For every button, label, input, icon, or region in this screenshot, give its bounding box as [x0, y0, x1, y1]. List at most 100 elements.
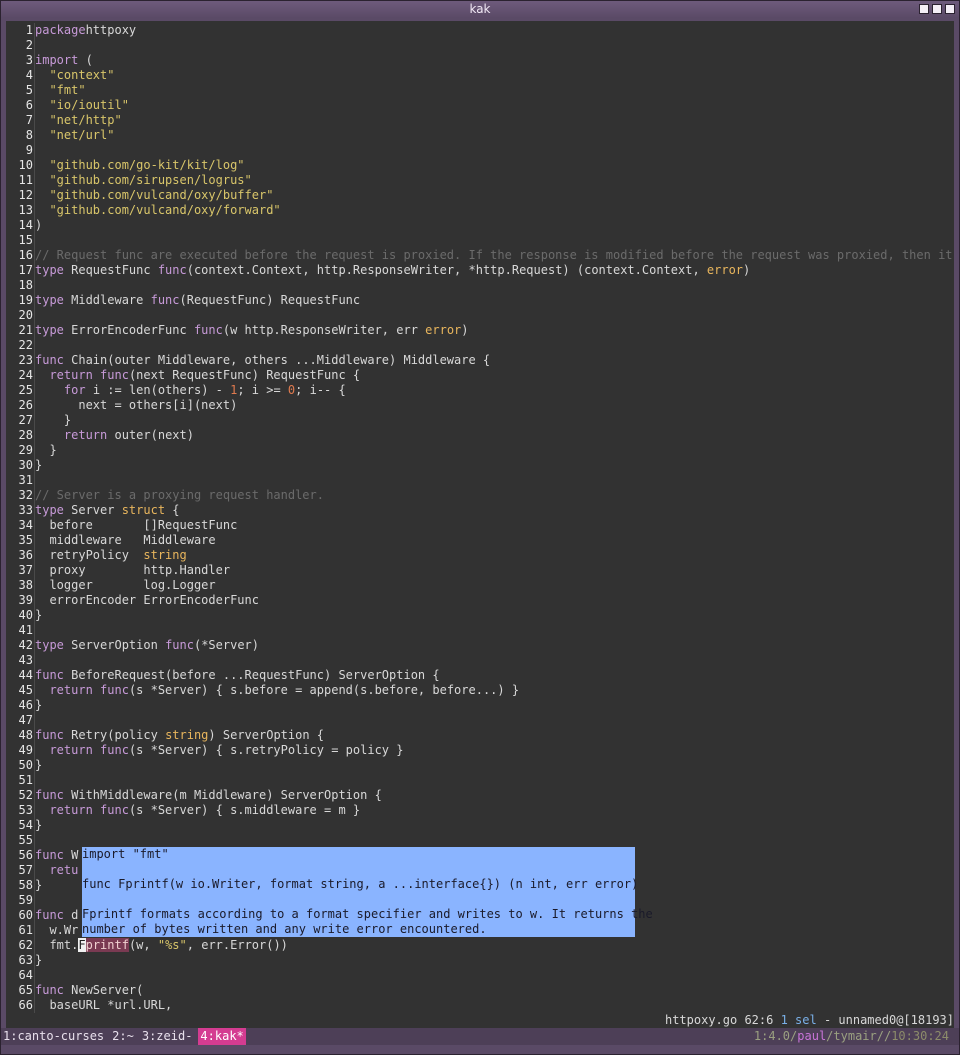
- line-number: 7: [25, 113, 33, 127]
- code-line: baseURL *url.URL,: [35, 998, 954, 1013]
- line-number: 45: [18, 683, 33, 697]
- code-line: "io/ioutil": [35, 98, 954, 113]
- code-token: w.Wr: [35, 923, 79, 937]
- code-line: packagehttpoxy: [35, 23, 954, 38]
- code-line: }: [35, 443, 954, 458]
- code-line: }: [35, 818, 954, 833]
- code-token: func: [92, 683, 129, 697]
- line-number: 12: [18, 188, 33, 202]
- code-token: RequestFunc: [63, 263, 158, 277]
- code-token: return: [49, 368, 93, 382]
- code-token: (*Server): [193, 638, 259, 652]
- line-number: 66: [18, 998, 33, 1012]
- code-token: ) ServerOption {: [208, 728, 325, 742]
- code-token: type: [35, 503, 64, 517]
- code-token: proxy http.Handler: [35, 563, 231, 577]
- code-line: return func(s *Server) { s.retryPolicy =…: [35, 743, 954, 758]
- code-token: printf: [85, 938, 129, 952]
- code-line: }: [35, 758, 954, 773]
- tmux-tab[interactable]: 1:canto-curses: [1, 1028, 106, 1045]
- line-number: 4: [25, 68, 33, 82]
- code-token: }: [35, 758, 43, 772]
- kakoune-editor[interactable]: 1 2 3 4 5 6 7 8 9 10 11 12 13 14 15 16 17 18 19 20 21 22 23 24 2…: [6, 21, 954, 1013]
- code-line: retryPolicy string: [35, 548, 954, 563]
- code-token: func: [165, 638, 194, 652]
- close-button[interactable]: [945, 4, 955, 14]
- line-number: 64: [18, 968, 33, 982]
- code-token: (s *Server) { s.middleware = m }: [128, 803, 361, 817]
- line-number: 8: [25, 128, 33, 142]
- title-bar[interactable]: kak: [1, 1, 959, 18]
- code-line: next = others[i](next): [35, 398, 954, 413]
- tmux-version: 1:4.0/: [753, 1029, 798, 1043]
- line-number: 62: [18, 938, 33, 952]
- tmux-tab[interactable]: 4:kak*: [198, 1028, 246, 1045]
- code-line: }: [35, 413, 954, 428]
- line-number: 61: [18, 923, 33, 937]
- tmux-status-bar: 1:canto-curses 2:~ 3:zeid- 4:kak* 1:4.0/pau…: [1, 1028, 959, 1045]
- code-line: }: [35, 953, 954, 968]
- line-number: 63: [18, 953, 33, 967]
- line-number: 52: [18, 788, 33, 802]
- line-number: 38: [18, 578, 33, 592]
- code-token: }: [35, 818, 43, 832]
- line-number: 41: [18, 623, 33, 637]
- code-token: return: [63, 428, 108, 442]
- code-token: }: [35, 458, 43, 472]
- code-token: func: [35, 788, 64, 802]
- tmux-tab[interactable]: 3:zeid-: [140, 1028, 195, 1045]
- code-token: "io/ioutil": [49, 98, 129, 112]
- code-token: import: [35, 53, 79, 67]
- code-token: type: [35, 638, 64, 652]
- minimize-button[interactable]: [919, 4, 929, 14]
- line-number: 65: [18, 983, 33, 997]
- infobox-line: import "fmt": [82, 847, 169, 861]
- code-token: }: [35, 953, 43, 967]
- line-number: 59: [18, 893, 33, 907]
- code-token: Chain(outer Middleware, others ...Middle…: [63, 353, 491, 367]
- code-token: error: [425, 323, 462, 337]
- tmux-right-status: 1:4.0/paul/tymair//10:30:24: [754, 1028, 949, 1045]
- code-token: WithMiddleware(m Middleware) ServerOptio…: [63, 788, 382, 802]
- code-token: errorEncoder ErrorEncoderFunc: [35, 593, 259, 607]
- code-line: fmt.Fprintf(w, "%s", err.Error()): [35, 938, 954, 953]
- code-line: "github.com/vulcand/oxy/buffer": [35, 188, 954, 203]
- code-line: "context": [35, 68, 954, 83]
- line-number: 42: [18, 638, 33, 652]
- code-token: (w,: [128, 938, 158, 952]
- line-number: 13: [18, 203, 33, 217]
- line-number: 35: [18, 533, 33, 547]
- line-number: 31: [18, 473, 33, 487]
- tmux-tab[interactable]: 2:~: [110, 1028, 136, 1045]
- line-number: 26: [18, 398, 33, 412]
- code-line: middleware Middleware: [35, 533, 954, 548]
- line-number: 54: [18, 818, 33, 832]
- code-token: func: [35, 848, 64, 862]
- code-line: func NewServer(: [35, 983, 954, 998]
- code-token: BeforeRequest(before ...RequestFunc) Ser…: [63, 668, 440, 682]
- infobox-line: number of bytes written and any write er…: [82, 922, 487, 936]
- line-number: 16: [18, 248, 33, 262]
- terminal-window: kak 1 2 3 4 5 6 7 8 9 10 11 12 13 14 15 16 17 18 19 20 21 22 2…: [0, 0, 960, 1055]
- code-token: type: [35, 323, 64, 337]
- code-token: W: [63, 848, 79, 862]
- code-token: ): [461, 323, 469, 337]
- code-token: }: [35, 413, 72, 427]
- code-token: , err.Error()): [186, 938, 288, 952]
- maximize-button[interactable]: [932, 4, 942, 14]
- line-number: 32: [18, 488, 33, 502]
- line-number: 33: [18, 503, 33, 517]
- line-number: 29: [18, 443, 33, 457]
- window-controls: [919, 4, 955, 14]
- infobox-line: [82, 862, 635, 877]
- code-token: return: [49, 803, 93, 817]
